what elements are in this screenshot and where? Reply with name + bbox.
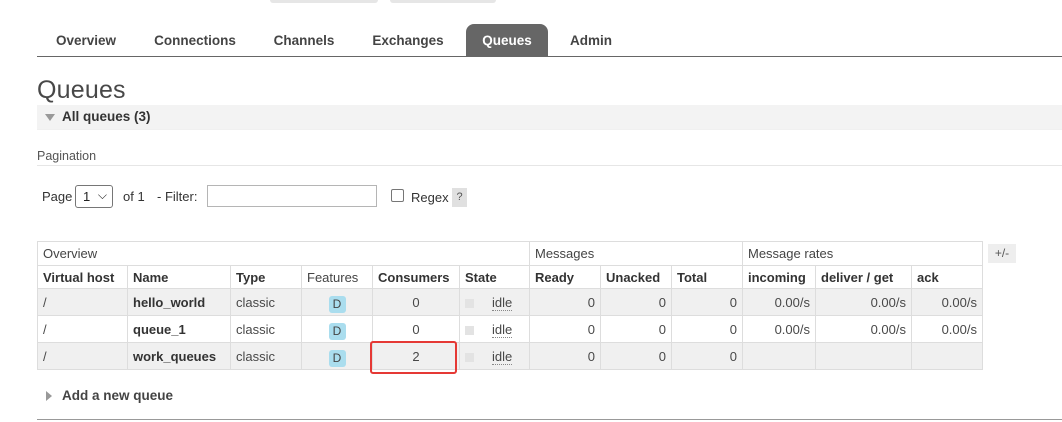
tab-channels[interactable]: Channels (260, 24, 348, 56)
col-features: Features (301, 265, 373, 289)
table-row: / work_queues classic D 2 idle 0 0 0 (37, 342, 983, 370)
col-consumers[interactable]: Consumers (372, 265, 460, 289)
cell-total: 0 (671, 288, 743, 316)
col-ready[interactable]: Ready (529, 265, 601, 289)
page-title: Queues (37, 76, 126, 104)
cell-vhost: / (37, 342, 128, 370)
group-header-messages: Messages (529, 241, 743, 266)
cell-ack (911, 342, 983, 370)
state-indicator-icon (465, 325, 474, 335)
section-label: All queues (3) (62, 109, 151, 124)
cell-ready: 0 (529, 288, 601, 316)
page-count-label: of 1 (123, 189, 145, 204)
cell-type: classic (230, 342, 302, 370)
top-stub-right (390, 0, 496, 3)
pagination-divider (37, 165, 1062, 166)
durable-badge: D (328, 296, 346, 313)
cell-incoming: 0.00/s (742, 315, 816, 343)
cell-unacked: 0 (600, 288, 672, 316)
cell-unacked: 0 (600, 342, 672, 370)
cell-vhost: / (37, 288, 128, 316)
durable-badge: D (328, 350, 346, 367)
state-indicator-icon (465, 298, 474, 308)
regex-checkbox[interactable] (391, 189, 404, 202)
chevron-down-icon: ⌵ (97, 188, 107, 202)
group-header-overview: Overview (37, 241, 530, 266)
column-toggle-button[interactable]: +/- (988, 244, 1016, 263)
cell-unacked: 0 (600, 315, 672, 343)
cell-incoming: 0.00/s (742, 288, 816, 316)
col-incoming[interactable]: incoming (742, 265, 816, 289)
cell-type: classic (230, 315, 302, 343)
page-select-value: 1 (83, 189, 91, 204)
state-indicator-icon (465, 352, 474, 362)
regex-help-button[interactable]: ? (452, 188, 467, 207)
regex-label: Regex (411, 190, 449, 205)
pagination-heading: Pagination (37, 149, 97, 163)
cell-state: idle (492, 294, 513, 311)
cell-ready: 0 (529, 342, 601, 370)
tab-connections[interactable]: Connections (140, 24, 250, 56)
table-row: / hello_world classic D 0 idle 0 0 0 0.0… (37, 288, 983, 316)
bottom-divider (37, 419, 1062, 420)
cell-deliver-get: 0.00/s (815, 288, 912, 316)
group-header-message-rates: Message rates (742, 241, 983, 266)
triangle-down-icon (45, 114, 55, 121)
tab-overview[interactable]: Overview (40, 24, 132, 56)
col-unacked[interactable]: Unacked (600, 265, 672, 289)
col-virtual-host[interactable]: Virtual host (37, 265, 128, 289)
cell-ack: 0.00/s (911, 288, 983, 316)
cell-ack: 0.00/s (911, 315, 983, 343)
cell-deliver-get: 0.00/s (815, 315, 912, 343)
col-ack[interactable]: ack (911, 265, 983, 289)
tab-admin[interactable]: Admin (556, 24, 626, 56)
tab-queues[interactable]: Queues (466, 24, 548, 56)
top-stub-left (270, 0, 378, 3)
col-deliver-get[interactable]: deliver / get (815, 265, 912, 289)
add-queue-label: Add a new queue (62, 388, 174, 403)
col-name[interactable]: Name (127, 265, 231, 289)
filter-input[interactable] (207, 185, 377, 207)
all-queues-section-toggle[interactable]: All queues (3) (37, 105, 1062, 130)
col-total[interactable]: Total (671, 265, 743, 289)
cell-total: 0 (671, 315, 743, 343)
cell-state: idle (492, 348, 513, 365)
highlight-box (370, 341, 457, 374)
col-state[interactable]: State (459, 265, 530, 289)
queue-name-link[interactable]: hello_world (127, 288, 231, 316)
filter-label: - Filter: (157, 189, 198, 204)
tab-exchanges[interactable]: Exchanges (358, 24, 458, 56)
cell-deliver-get (815, 342, 912, 370)
cell-incoming (742, 342, 816, 370)
durable-badge: D (328, 323, 346, 340)
cell-state: idle (492, 321, 513, 338)
triangle-right-icon (46, 391, 52, 401)
table-row: / queue_1 classic D 0 idle 0 0 0 0.00/s … (37, 315, 983, 343)
queues-table: Overview Messages Message rates Virtual … (37, 241, 983, 370)
cell-total: 0 (671, 342, 743, 370)
cell-consumers: 0 (372, 315, 460, 343)
main-nav: Overview Connections Channels Exchanges … (37, 24, 1062, 57)
queue-name-link[interactable]: queue_1 (127, 315, 231, 343)
cell-vhost: / (37, 315, 128, 343)
col-type[interactable]: Type (230, 265, 302, 289)
page-label: Page (42, 189, 73, 204)
cell-consumers: 0 (372, 288, 460, 316)
cell-type: classic (230, 288, 302, 316)
page-select[interactable]: 1 ⌵ (75, 185, 113, 208)
cell-ready: 0 (529, 315, 601, 343)
queue-name-link[interactable]: work_queues (127, 342, 231, 370)
